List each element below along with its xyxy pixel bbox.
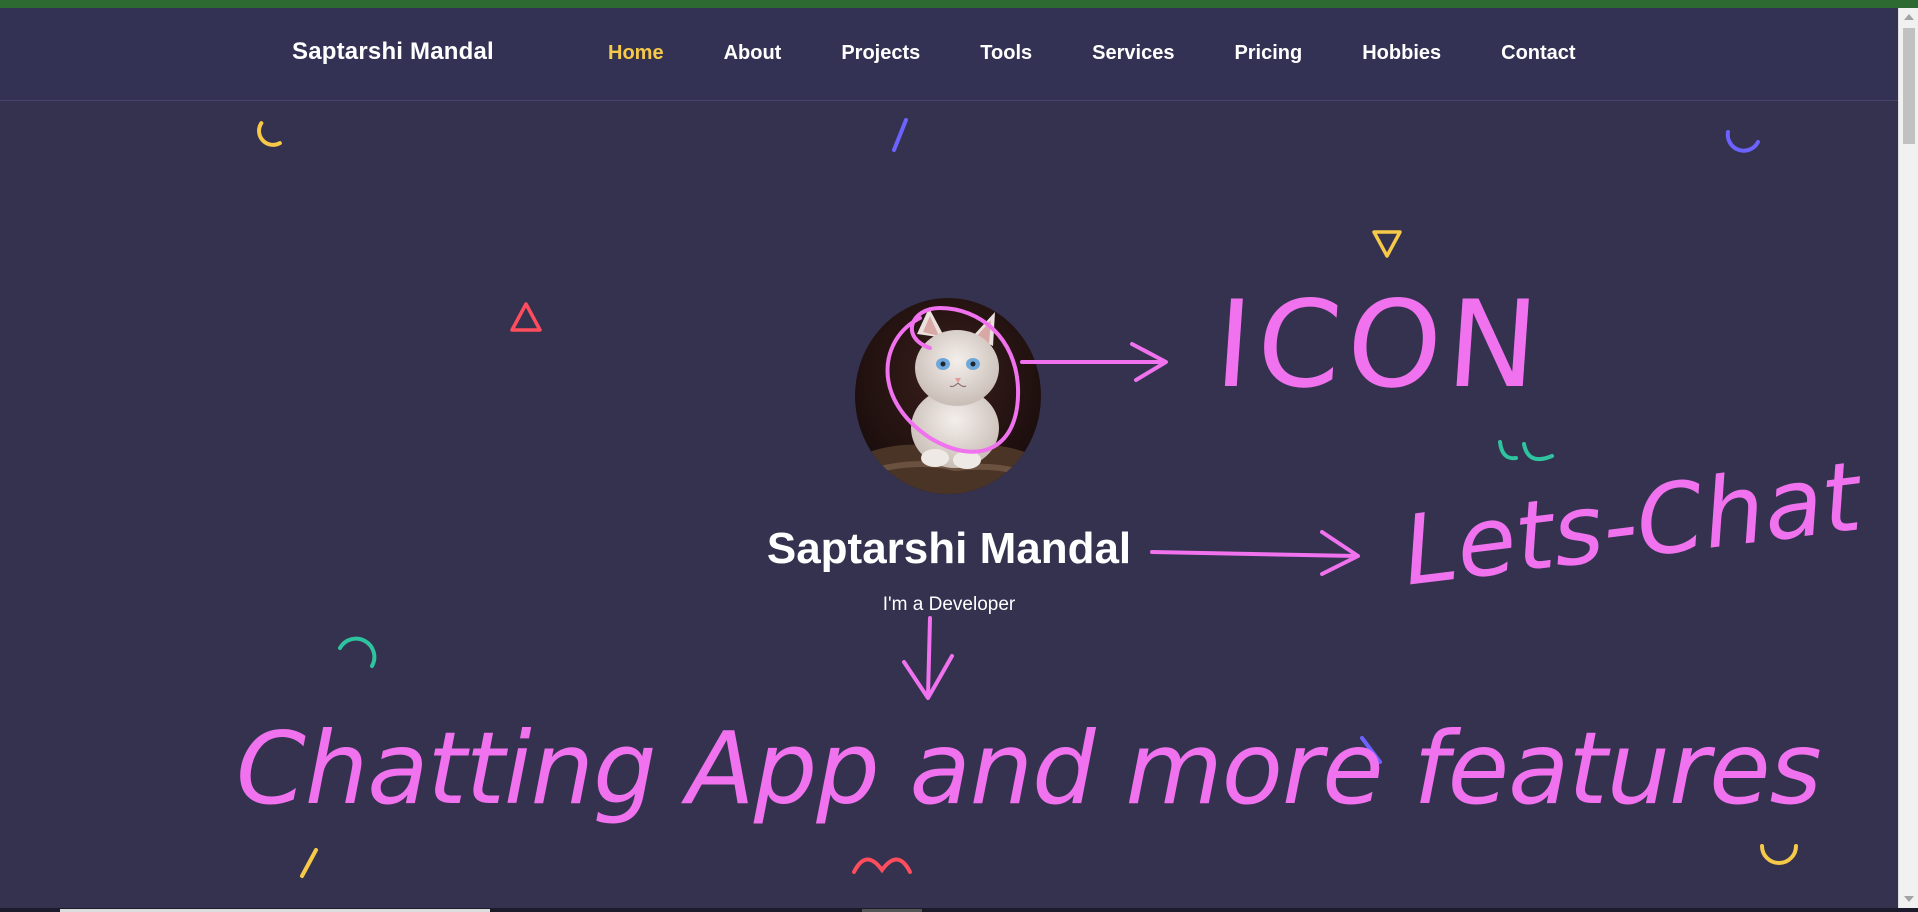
horizontal-scrollbar[interactable]: [0, 908, 1918, 912]
scroll-down-arrow-icon[interactable]: [1904, 896, 1914, 902]
annotation-icon-note: ICON: [1211, 276, 1549, 415]
annotation-feature-note: Chatting App and more features: [236, 710, 1822, 827]
page-content: Saptarshi Mandal Home About Projects Too…: [0, 8, 1898, 908]
vertical-scrollbar[interactable]: [1898, 8, 1918, 908]
scrollbar-thumb[interactable]: [1903, 28, 1915, 144]
scroll-up-arrow-icon[interactable]: [1904, 14, 1914, 20]
browser-top-bar: [0, 0, 1918, 8]
